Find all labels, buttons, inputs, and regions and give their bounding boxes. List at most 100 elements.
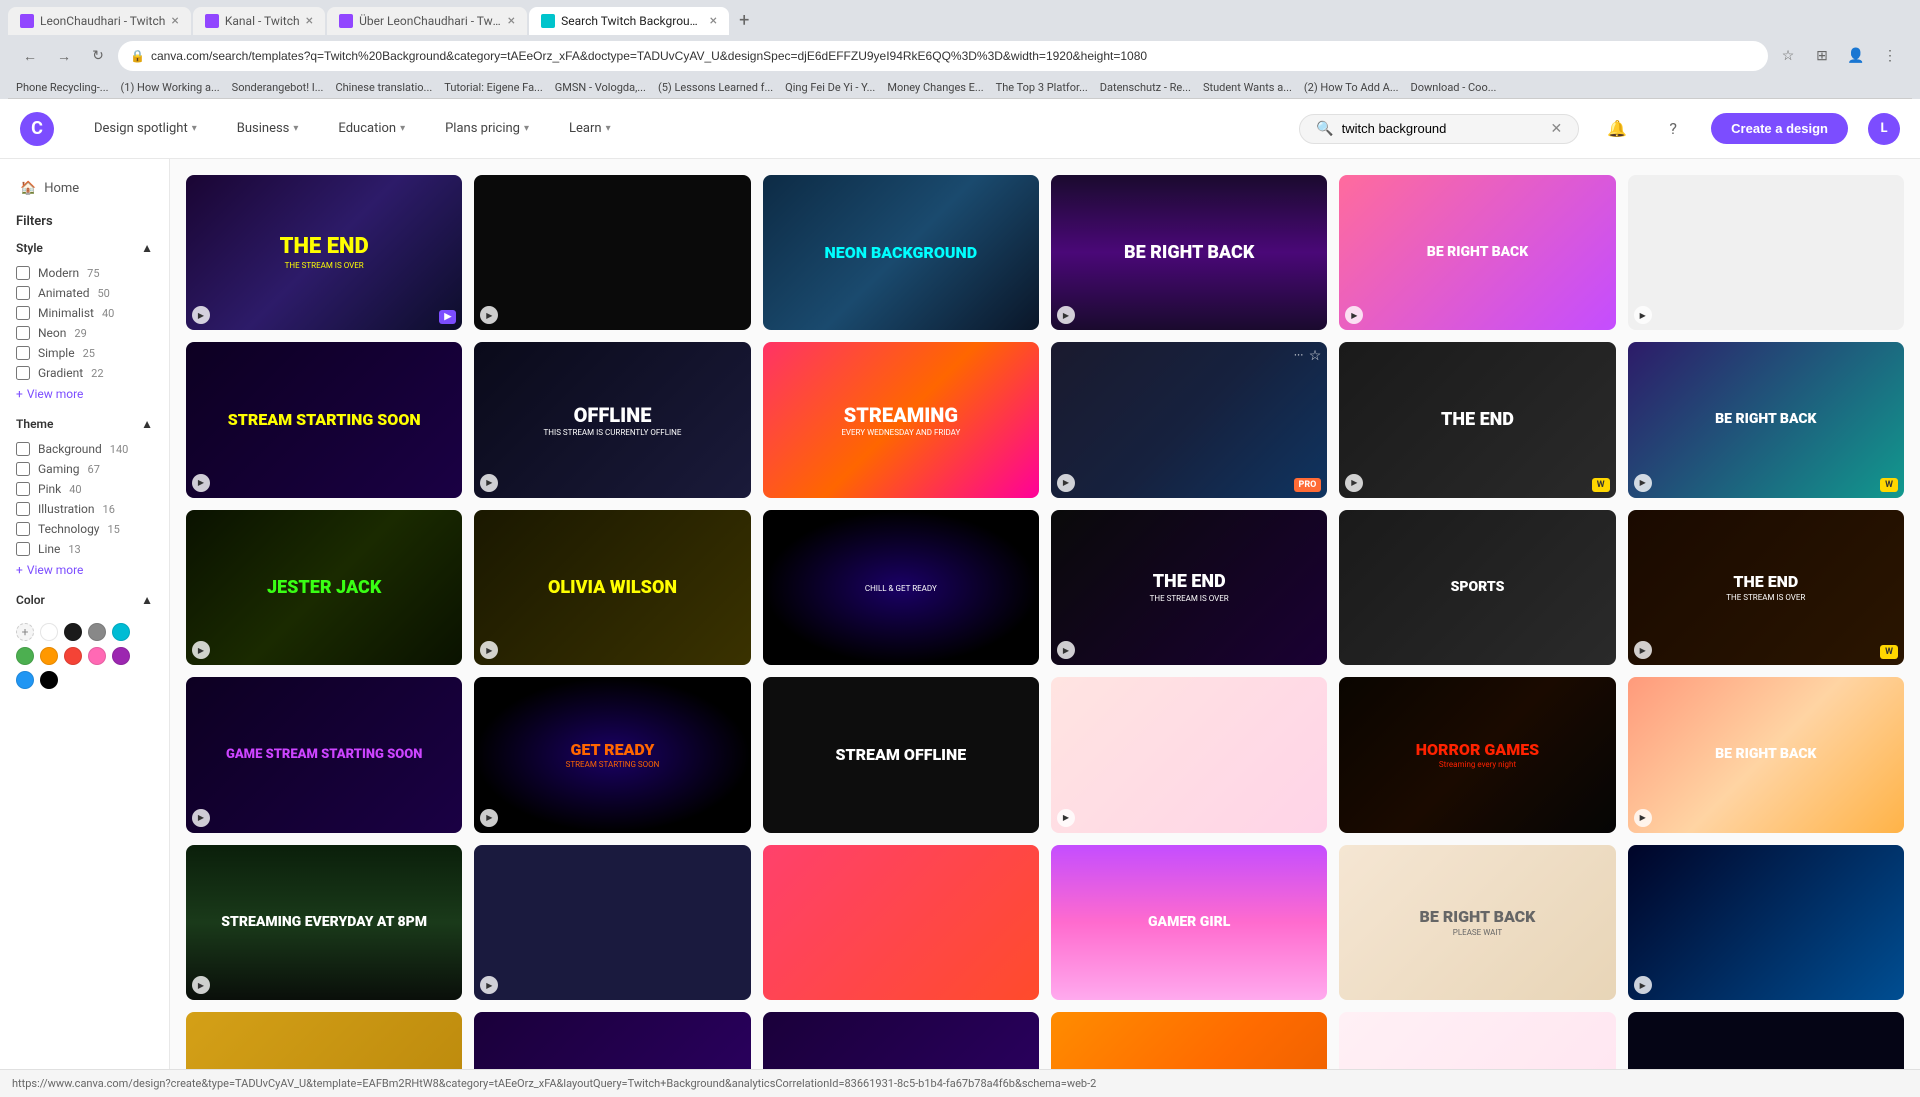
bookmark-9[interactable]: Money Changes E... <box>887 81 983 94</box>
template-card-18[interactable]: THE ENDTHE STREAM IS OVER▶W <box>1628 510 1904 665</box>
template-card-3[interactable]: NEON BACKGROUND <box>763 175 1039 330</box>
tab-4[interactable]: Search Twitch Background - C... × <box>529 7 729 35</box>
bookmark-10[interactable]: The Top 3 Platfor... <box>996 81 1088 94</box>
sidebar-item-home[interactable]: 🏠 Home <box>4 175 165 202</box>
theme-filter-title[interactable]: Theme ▲ <box>16 417 153 431</box>
color-swatch-purple[interactable] <box>112 647 130 665</box>
color-swatch-red[interactable] <box>64 647 82 665</box>
bookmark-7[interactable]: (5) Lessons Learned f... <box>658 81 773 94</box>
tab-3[interactable]: Über LeonChaudhari - Twitch × <box>327 7 527 35</box>
bookmark-3[interactable]: Sonderangebot! I... <box>232 81 324 94</box>
template-card-16[interactable]: THE ENDTHE STREAM IS OVER▶ <box>1051 510 1327 665</box>
template-card-17[interactable]: SPORTS <box>1339 510 1615 665</box>
template-card-1[interactable]: THE ENDTHE STREAM IS OVER▶▶ <box>186 175 462 330</box>
template-card-21[interactable]: STREAM OFFLINE <box>763 677 1039 832</box>
color-swatch-black[interactable] <box>64 623 82 641</box>
bookmark-4[interactable]: Chinese translatio... <box>335 81 432 94</box>
add-color-swatch[interactable]: + <box>16 623 34 641</box>
technology-checkbox[interactable] <box>16 522 30 536</box>
nav-education[interactable]: Education ▾ <box>328 115 415 142</box>
template-card-12[interactable]: BE RIGHT BACK▶W <box>1628 342 1904 497</box>
filter-minimalist[interactable]: Minimalist 40 <box>16 303 153 323</box>
template-card-9[interactable]: streamingEVERY WEDNESDAY AND FRIDAY <box>763 342 1039 497</box>
neon-checkbox[interactable] <box>16 326 30 340</box>
filter-technology[interactable]: Technology 15 <box>16 519 153 539</box>
color-swatch-cyan[interactable] <box>112 623 130 641</box>
template-card-8[interactable]: OFFLINETHIS STREAM IS CURRENTLY OFFLINE▶ <box>474 342 750 497</box>
color-swatch-green[interactable] <box>16 647 34 665</box>
template-card-7[interactable]: STREAM STARTING SOON▶ <box>186 342 462 497</box>
view-more-style[interactable]: + View more <box>16 383 153 405</box>
filter-simple[interactable]: Simple 25 <box>16 343 153 363</box>
template-card-35[interactable]: BE RIGHT BACK <box>1339 1012 1615 1069</box>
template-card-29[interactable]: Be Right BackPLEASE WAIT <box>1339 845 1615 1000</box>
color-swatch-orange[interactable] <box>40 647 58 665</box>
template-card-22[interactable]: ▶ <box>1051 677 1327 832</box>
animated-checkbox[interactable] <box>16 286 30 300</box>
template-card-11[interactable]: THE END▶W <box>1339 342 1615 497</box>
template-card-13[interactable]: JESTER JACK▶ <box>186 510 462 665</box>
color-swatch-pink[interactable] <box>88 647 106 665</box>
create-design-button[interactable]: Create a design <box>1711 113 1848 144</box>
bookmark-6[interactable]: GMSN - Vologda,... <box>555 81 646 94</box>
template-card-4[interactable]: BE RIGHT BACK▶ <box>1051 175 1327 330</box>
bookmark-12[interactable]: Student Wants a... <box>1203 81 1292 94</box>
template-card-33[interactable]: GAME STREAM STARTING SOON <box>763 1012 1039 1069</box>
filter-line[interactable]: Line 13 <box>16 539 153 559</box>
filter-animated[interactable]: Animated 50 <box>16 283 153 303</box>
minimalist-checkbox[interactable] <box>16 306 30 320</box>
bookmark-1[interactable]: Phone Recycling-... <box>16 81 109 94</box>
search-bar[interactable]: 🔍 ✕ <box>1299 114 1579 144</box>
template-card-19[interactable]: GAME STREAM STARTING SOON▶ <box>186 677 462 832</box>
filter-gaming[interactable]: Gaming 67 <box>16 459 153 479</box>
color-swatch-white[interactable] <box>40 623 58 641</box>
tab-close-3[interactable]: × <box>508 13 515 29</box>
refresh-button[interactable]: ↻ <box>84 42 112 70</box>
nav-learn[interactable]: Learn ▾ <box>559 115 621 142</box>
search-clear-icon[interactable]: ✕ <box>1550 121 1562 137</box>
template-card-25[interactable]: STREAMING EVERYDAY AT 8PM▶ <box>186 845 462 1000</box>
color-swatch-gray[interactable] <box>88 623 106 641</box>
notifications-button[interactable]: 🔔 <box>1599 111 1635 147</box>
tab-close-2[interactable]: × <box>306 13 313 29</box>
color-swatch-blue[interactable] <box>16 671 34 689</box>
url-input[interactable] <box>151 49 1756 63</box>
new-tab-button[interactable]: + <box>731 6 757 35</box>
modern-checkbox[interactable] <box>16 266 30 280</box>
canva-logo[interactable]: C <box>20 112 54 146</box>
line-checkbox[interactable] <box>16 542 30 556</box>
filter-neon[interactable]: Neon 29 <box>16 323 153 343</box>
template-card-27[interactable] <box>763 845 1039 1000</box>
template-card-36[interactable] <box>1628 1012 1904 1069</box>
template-card-10[interactable]: ▶☆···PRO <box>1051 342 1327 497</box>
template-card-30[interactable]: ▶ <box>1628 845 1904 1000</box>
settings-button[interactable]: ⋮ <box>1876 42 1904 70</box>
bookmark-13[interactable]: (2) How To Add A... <box>1304 81 1399 94</box>
background-checkbox[interactable] <box>16 442 30 456</box>
forward-button[interactable]: → <box>50 42 78 70</box>
color-swatch-black2[interactable] <box>40 671 58 689</box>
template-card-15[interactable]: CHILL & GET READY <box>763 510 1039 665</box>
bookmark-5[interactable]: Tutorial: Eigene Fa... <box>444 81 543 94</box>
template-card-23[interactable]: HORROR GAMESStreaming every night <box>1339 677 1615 832</box>
view-more-theme[interactable]: + View more <box>16 559 153 581</box>
pink-checkbox[interactable] <box>16 482 30 496</box>
filter-background[interactable]: Background 140 <box>16 439 153 459</box>
back-button[interactable]: ← <box>16 42 44 70</box>
tab-2[interactable]: Kanal - Twitch × <box>193 7 325 35</box>
nav-business[interactable]: Business ▾ <box>227 115 309 142</box>
user-avatar[interactable]: L <box>1868 113 1900 145</box>
card-star-icon-10[interactable]: ☆ <box>1309 348 1322 364</box>
bookmark-star-button[interactable]: ☆ <box>1774 42 1802 70</box>
extensions-button[interactable]: ⊞ <box>1808 42 1836 70</box>
simple-checkbox[interactable] <box>16 346 30 360</box>
template-card-24[interactable]: BE RIGHT BACK▶ <box>1628 677 1904 832</box>
bookmark-8[interactable]: Qing Fei De Yi - Y... <box>785 81 875 94</box>
style-filter-title[interactable]: Style ▲ <box>16 241 153 255</box>
profile-button[interactable]: 👤 <box>1842 42 1870 70</box>
filter-gradient[interactable]: Gradient 22 <box>16 363 153 383</box>
filters-header[interactable]: Filters <box>16 210 153 233</box>
template-card-6[interactable]: ▶ <box>1628 175 1904 330</box>
bookmark-14[interactable]: Download - Coo... <box>1411 81 1497 94</box>
template-card-14[interactable]: olivia wilson▶ <box>474 510 750 665</box>
